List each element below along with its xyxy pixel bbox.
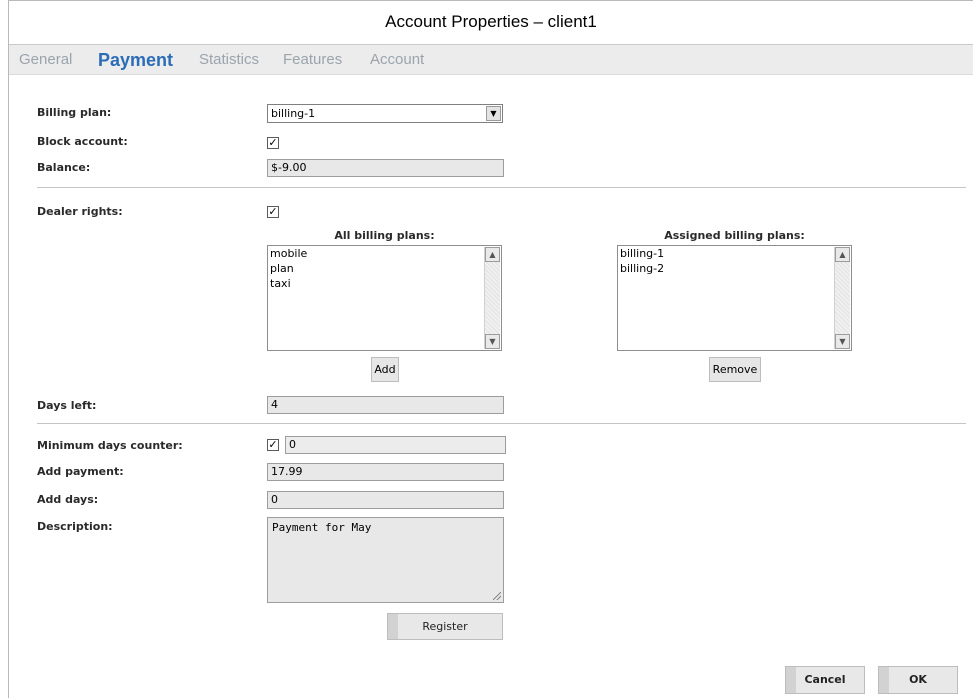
list-item[interactable]: billing-2 <box>618 261 851 276</box>
tab-features[interactable]: Features <box>283 45 342 75</box>
window-title: Account Properties – client1 <box>9 1 973 45</box>
divider <box>37 187 966 188</box>
ok-button[interactable]: OK <box>878 666 958 694</box>
description-textarea[interactable]: Payment for May <box>267 517 504 603</box>
account-properties-window: Account Properties – client1 General Pay… <box>8 0 973 698</box>
billing-plan-value: billing-1 <box>271 107 316 120</box>
tab-payment[interactable]: Payment <box>98 45 173 75</box>
checkmark-icon: ✓ <box>268 205 278 218</box>
billing-plan-select[interactable]: billing-1 ▼ <box>267 104 503 123</box>
tab-statistics[interactable]: Statistics <box>199 45 259 75</box>
scrollbar[interactable]: ▲ ▼ <box>834 247 850 349</box>
checkmark-icon: ✓ <box>268 136 278 149</box>
register-button[interactable]: Register <box>387 613 503 640</box>
scroll-down-icon[interactable]: ▼ <box>835 334 850 349</box>
min-days-checkbox[interactable]: ✓ <box>267 439 279 451</box>
assigned-plans-title: Assigned billing plans: <box>664 229 805 242</box>
balance-field: $-9.00 <box>267 159 504 177</box>
days-left-label: Days left: <box>37 399 97 412</box>
scroll-up-icon[interactable]: ▲ <box>835 247 850 262</box>
tab-general[interactable]: General <box>19 45 72 75</box>
list-item[interactable]: taxi <box>268 276 501 291</box>
description-label: Description: <box>37 520 113 533</box>
dealer-rights-checkbox[interactable]: ✓ <box>267 206 279 218</box>
scroll-up-icon[interactable]: ▲ <box>485 247 500 262</box>
add-button[interactable]: Add <box>371 357 399 382</box>
dealer-rights-label: Dealer rights: <box>37 205 123 218</box>
min-days-label: Minimum days counter: <box>37 439 183 452</box>
scrollbar[interactable]: ▲ ▼ <box>484 247 500 349</box>
all-plans-listbox[interactable]: mobile plan taxi ▲ ▼ <box>267 245 502 351</box>
all-plans-title: All billing plans: <box>334 229 435 242</box>
add-days-label: Add days: <box>37 493 99 506</box>
billing-plan-label: Billing plan: <box>37 106 112 119</box>
days-left-field: 4 <box>267 396 504 414</box>
assigned-plans-listbox[interactable]: billing-1 billing-2 ▲ ▼ <box>617 245 852 351</box>
description-text: Payment for May <box>272 521 372 534</box>
add-payment-label: Add payment: <box>37 465 124 478</box>
list-item[interactable]: mobile <box>268 246 501 261</box>
list-item[interactable]: billing-1 <box>618 246 851 261</box>
add-days-input[interactable]: 0 <box>267 491 504 509</box>
scroll-down-icon[interactable]: ▼ <box>485 334 500 349</box>
tab-account[interactable]: Account <box>370 45 424 75</box>
resize-grip-icon[interactable] <box>493 592 501 600</box>
divider <box>37 423 966 424</box>
block-account-checkbox[interactable]: ✓ <box>267 137 279 149</box>
list-item[interactable]: plan <box>268 261 501 276</box>
tab-bar: General Payment Statistics Features Acco… <box>9 45 973 75</box>
dropdown-arrow-icon[interactable]: ▼ <box>486 106 501 121</box>
remove-button[interactable]: Remove <box>709 357 761 382</box>
add-payment-input[interactable]: 17.99 <box>267 463 504 481</box>
min-days-input[interactable]: 0 <box>285 436 506 454</box>
block-account-label: Block account: <box>37 135 128 148</box>
balance-label: Balance: <box>37 161 91 174</box>
checkmark-icon: ✓ <box>268 438 278 451</box>
cancel-button[interactable]: Cancel <box>785 666 865 694</box>
